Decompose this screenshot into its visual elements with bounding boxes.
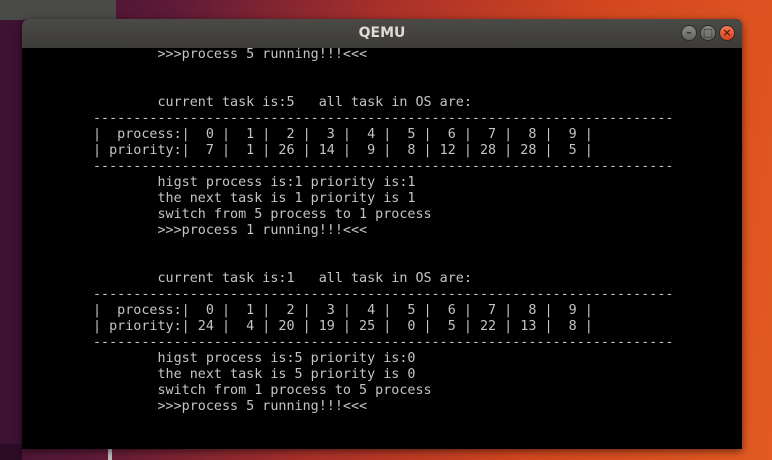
console-line: | process:| 0 | 1 | 2 | 3 | 4 | 5 | 6 | … <box>93 303 593 318</box>
minimize-button[interactable]: – <box>681 25 697 41</box>
console-line: the next task is 1 priority is 1 <box>93 191 416 206</box>
console-line: ----------------------------------------… <box>93 287 674 302</box>
close-icon: × <box>722 26 732 39</box>
maximize-icon: □ <box>702 26 714 39</box>
console-line: switch from 1 process to 5 process <box>93 383 432 398</box>
console-line: | priority:| 24 | 4 | 20 | 19 | 25 | 0 |… <box>93 319 593 334</box>
console-line: >>>process 1 running!!!<<< <box>93 223 368 238</box>
console-line: current task is:1 all task in OS are: <box>93 271 472 286</box>
console-line: | process:| 0 | 1 | 2 | 3 | 4 | 5 | 6 | … <box>93 127 593 142</box>
console-line: current task is:5 all task in OS are: <box>93 95 472 110</box>
console-line: the next task is 5 priority is 0 <box>93 367 416 382</box>
maximize-button[interactable]: □ <box>700 25 716 41</box>
console-line: | priority:| 7 | 1 | 26 | 14 | 9 | 8 | 1… <box>93 143 593 158</box>
desktop-top-panel <box>0 0 116 20</box>
minimize-icon: – <box>686 26 692 39</box>
dock-indicator <box>108 449 112 460</box>
console-line: switch from 5 process to 1 process <box>93 207 432 222</box>
window-title: QEMU <box>358 25 406 41</box>
console-line: >>>process 5 running!!!<<< <box>93 47 368 62</box>
title-bar[interactable]: QEMU – □ × <box>22 19 742 48</box>
console-line: ----------------------------------------… <box>93 335 674 350</box>
vm-display[interactable]: >>>process 5 running!!!<<< current task … <box>22 47 742 449</box>
close-button[interactable]: × <box>719 25 735 41</box>
console-line: >>>process 5 running!!!<<< <box>93 399 368 414</box>
console-line: ----------------------------------------… <box>93 159 674 174</box>
dock-corner <box>0 444 22 460</box>
console-line: higst process is:5 priority is:0 <box>93 351 416 366</box>
desktop-side-strip <box>0 20 22 460</box>
console-line: higst process is:1 priority is:1 <box>93 175 416 190</box>
console-line: ----------------------------------------… <box>93 111 674 126</box>
qemu-window: QEMU – □ × >>>process 5 running!!!<<< cu… <box>22 19 742 449</box>
